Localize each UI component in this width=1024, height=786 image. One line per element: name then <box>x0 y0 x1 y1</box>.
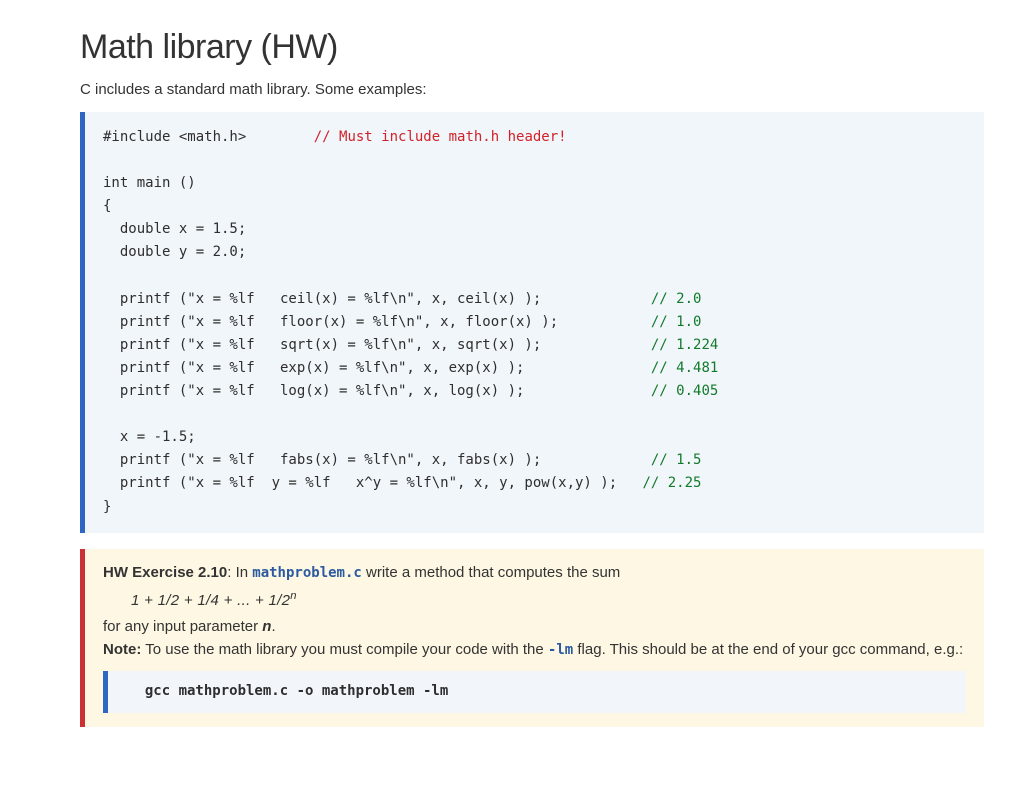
code-comment-5: // 0.405 <box>651 383 718 399</box>
exercise-box: HW Exercise 2.10: In mathproblem.c write… <box>80 549 984 728</box>
code-printf-floor: printf ("x = %lf floor(x) = %lf\n", x, f… <box>103 314 558 330</box>
exercise-formula-exp: n <box>290 590 297 602</box>
code-printf-sqrt: printf ("x = %lf sqrt(x) = %lf\n", x, sq… <box>103 337 541 353</box>
code-printf-log: printf ("x = %lf log(x) = %lf\n", x, log… <box>103 383 524 399</box>
exercise-title: HW Exercise 2.10 <box>103 564 227 581</box>
code-comment-4: // 4.481 <box>651 360 718 376</box>
code-main-decl: int main () <box>103 175 196 191</box>
exercise-filename: mathproblem.c <box>252 565 362 581</box>
exercise-line-1: HW Exercise 2.10: In mathproblem.c write… <box>103 561 966 585</box>
code-decl-y: double y = 2.0; <box>103 244 246 260</box>
code-printf-ceil: printf ("x = %lf ceil(x) = %lf\n", x, ce… <box>103 291 541 307</box>
exercise-flag: -lm <box>548 642 573 658</box>
exercise-compile-command: gcc mathproblem.c -o mathproblem -lm <box>103 671 966 713</box>
code-decl-x: double x = 1.5; <box>103 221 246 237</box>
code-reassign-x: x = -1.5; <box>103 429 196 445</box>
exercise-after-title: : In <box>227 564 252 581</box>
exercise-line2-pre: for any input parameter <box>103 618 262 635</box>
exercise-formula: 1 + 1/2 + 1/4 + ... + 1/2n <box>131 588 966 612</box>
intro-text: C includes a standard math library. Some… <box>80 81 984 98</box>
example-code-block: #include <math.h> // Must include math.h… <box>80 112 984 533</box>
code-comment-2: // 1.0 <box>651 314 702 330</box>
code-include: #include <math.h> <box>103 129 246 145</box>
exercise-line-2: for any input parameter n. <box>103 615 966 638</box>
page-title: Math library (HW) <box>80 28 984 67</box>
exercise-after-filename: write a method that computes the sum <box>362 564 620 581</box>
code-close-brace: } <box>103 499 111 515</box>
code-comment-7: // 2.25 <box>642 475 701 491</box>
code-comment-1: // 2.0 <box>651 291 702 307</box>
exercise-line2-post: . <box>271 618 275 635</box>
code-open-brace: { <box>103 198 111 214</box>
code-printf-pow: printf ("x = %lf y = %lf x^y = %lf\n", x… <box>103 475 617 491</box>
code-include-comment: // Must include math.h header! <box>314 129 567 145</box>
page-content: Math library (HW) C includes a standard … <box>0 0 1024 747</box>
code-printf-fabs: printf ("x = %lf fabs(x) = %lf\n", x, fa… <box>103 452 541 468</box>
exercise-note: Note: To use the math library you must c… <box>103 638 966 662</box>
exercise-note-pre: To use the math library you must compile… <box>141 641 548 658</box>
code-printf-exp: printf ("x = %lf exp(x) = %lf\n", x, exp… <box>103 360 524 376</box>
exercise-note-label: Note: <box>103 641 141 658</box>
code-comment-3: // 1.224 <box>651 337 718 353</box>
exercise-note-post: flag. This should be at the end of your … <box>573 641 963 658</box>
code-comment-6: // 1.5 <box>651 452 702 468</box>
exercise-formula-base: 1 + 1/2 + 1/4 + ... + 1/2 <box>131 592 290 609</box>
